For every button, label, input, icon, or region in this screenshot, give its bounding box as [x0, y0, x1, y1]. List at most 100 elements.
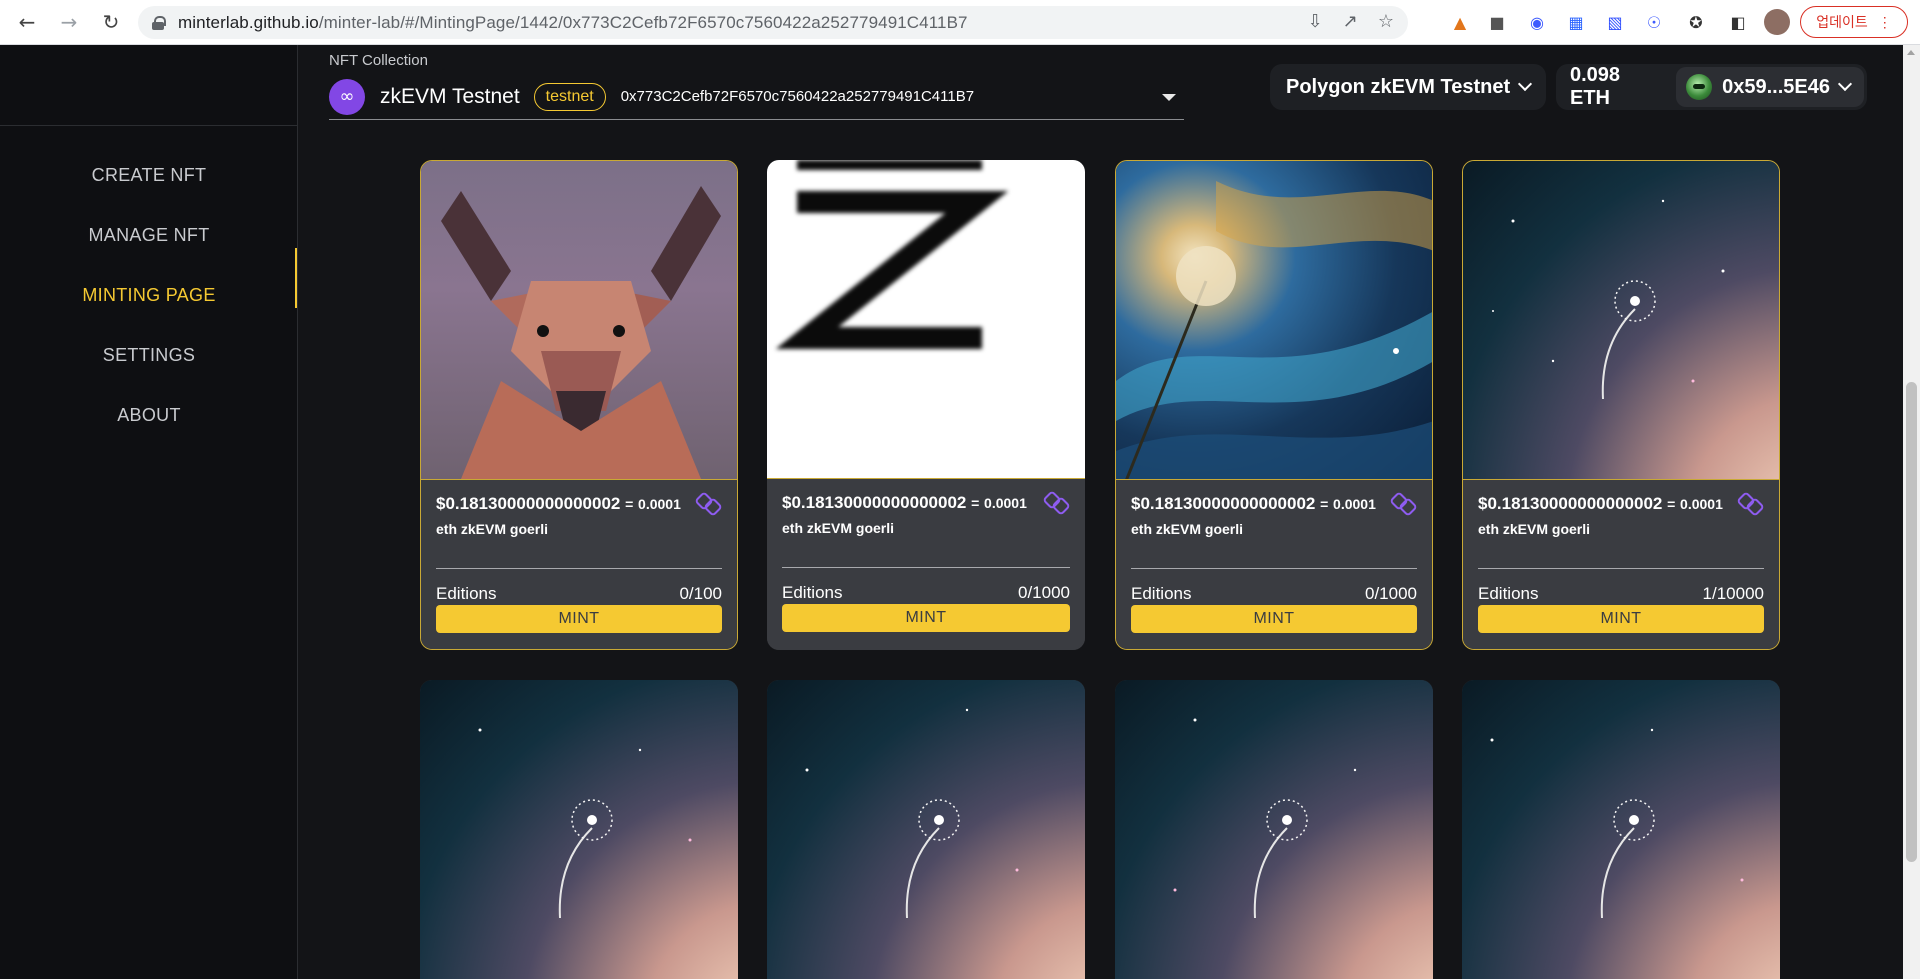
- bookmark-star-icon[interactable]: ☆: [1378, 11, 1394, 32]
- sidebar-item-label: MINTING PAGE: [82, 284, 216, 305]
- network-name: Polygon zkEVM Testnet: [1286, 75, 1511, 98]
- polygon-icon: ∞: [329, 78, 365, 115]
- chevron-down-icon: [1518, 76, 1533, 92]
- sidebar-item-about[interactable]: ABOUT: [0, 395, 298, 435]
- price-line: $0.18130000000000002 = 0.0001: [1478, 494, 1764, 514]
- scrollbar[interactable]: [1903, 45, 1920, 979]
- nft-image[interactable]: [1116, 161, 1432, 482]
- side-panel-icon[interactable]: ◧: [1725, 9, 1751, 35]
- browser-toolbar: ← → ↻ minterlab.github.io/minter-lab/#/M…: [0, 0, 1920, 45]
- card-info: $0.18130000000000002 = 0.0001 eth zkEVM …: [1463, 479, 1779, 649]
- nft-card: $0.18130000000000002 = 0.0001 eth zkEVM …: [767, 160, 1085, 650]
- back-icon[interactable]: ←: [12, 7, 42, 37]
- card-info: $0.18130000000000002 = 0.0001 eth zkEVM …: [767, 478, 1085, 650]
- nft-image[interactable]: [1115, 680, 1433, 979]
- price-line: $0.18130000000000002 = 0.0001: [1131, 494, 1417, 514]
- sidebar: CREATE NFT MANAGE NFT MINTING PAGE SETTI…: [0, 45, 298, 979]
- sidebar-item-create-nft[interactable]: CREATE NFT: [0, 155, 298, 195]
- editions-count: 0/1000: [1018, 583, 1070, 602]
- nft-image[interactable]: [767, 680, 1085, 979]
- forward-icon[interactable]: →: [54, 7, 84, 37]
- usd-price: $0.18130000000000002: [1478, 494, 1663, 513]
- url-text[interactable]: minterlab.github.io/minter-lab/#/Minting…: [178, 13, 968, 33]
- scrollbar-thumb[interactable]: [1906, 382, 1917, 862]
- lock-icon[interactable]: [152, 15, 166, 30]
- editions-row: Editions 0/1000: [782, 583, 1070, 603]
- profile-avatar-icon[interactable]: [1764, 9, 1790, 35]
- editions-row: Editions 1/10000: [1478, 584, 1764, 604]
- editions-count: 0/100: [679, 584, 722, 603]
- sidebar-item-settings[interactable]: SETTINGS: [0, 335, 298, 375]
- editions-row: Editions 0/1000: [1131, 584, 1417, 604]
- editions-label: Editions: [436, 584, 497, 603]
- price-line: $0.18130000000000002 = 0.0001: [782, 493, 1070, 513]
- collection-name: zkEVM Testnet: [380, 84, 520, 108]
- polygon-icon: [694, 491, 723, 517]
- network-selector[interactable]: Polygon zkEVM Testnet: [1270, 64, 1547, 110]
- token-amount: 0.0001: [984, 495, 1027, 511]
- extension-icon[interactable]: ■: [1484, 9, 1510, 35]
- mint-button[interactable]: MINT: [1478, 605, 1764, 633]
- extension-icon[interactable]: ▦: [1563, 9, 1589, 35]
- account-button[interactable]: 0x59...5E46: [1676, 67, 1864, 107]
- collection-label: NFT Collection: [329, 52, 428, 69]
- polygon-icon: [1389, 491, 1418, 517]
- extensions-puzzle-icon[interactable]: ✪: [1683, 9, 1709, 35]
- extension-icon[interactable]: ▧: [1602, 9, 1628, 35]
- extension-icon[interactable]: ☉: [1641, 9, 1667, 35]
- usd-price: $0.18130000000000002: [1131, 494, 1316, 513]
- wallet-widget: 0.098 ETH 0x59...5E46: [1556, 64, 1867, 110]
- sidebar-item-minting-page[interactable]: MINTING PAGE: [0, 275, 298, 315]
- sidebar-item-label: SETTINGS: [102, 344, 196, 365]
- usd-price: $0.18130000000000002: [436, 494, 621, 513]
- price-line: $0.18130000000000002 = 0.0001: [436, 494, 722, 514]
- account-avatar-icon: [1686, 74, 1713, 100]
- scroll-up-arrow-icon[interactable]: [1907, 50, 1915, 55]
- nft-card: $0.18130000000000002 = 0.0001 eth zkEVM …: [420, 160, 738, 650]
- sidebar-item-manage-nft[interactable]: MANAGE NFT: [0, 215, 298, 255]
- sidebar-item-label: CREATE NFT: [91, 164, 207, 185]
- nft-card: $0.18130000000000002 = 0.0001 eth zkEVM …: [1462, 160, 1780, 650]
- card-divider: [782, 567, 1070, 568]
- polygon-icon: [1042, 490, 1071, 516]
- extension-icon[interactable]: ◉: [1524, 9, 1550, 35]
- update-button[interactable]: 업데이트 ⋮: [1800, 6, 1908, 38]
- mint-button[interactable]: MINT: [782, 604, 1070, 632]
- card-divider: [436, 568, 722, 569]
- token-amount: 0.0001: [1680, 496, 1723, 512]
- mint-button[interactable]: MINT: [436, 605, 722, 633]
- nft-image[interactable]: [767, 160, 1085, 478]
- nft-image[interactable]: [1463, 161, 1779, 479]
- address-bar[interactable]: minterlab.github.io/minter-lab/#/Minting…: [138, 6, 1408, 39]
- mint-button[interactable]: MINT: [1131, 605, 1417, 633]
- card-info: $0.18130000000000002 = 0.0001 eth zkEVM …: [421, 479, 737, 649]
- install-app-icon[interactable]: ⇩: [1308, 11, 1323, 32]
- active-indicator: [295, 248, 297, 308]
- network-line: eth zkEVM goerli: [436, 521, 549, 537]
- nft-card: [420, 680, 738, 979]
- usd-price: $0.18130000000000002: [782, 493, 967, 512]
- nft-image[interactable]: [1462, 680, 1780, 979]
- sidebar-item-label: MANAGE NFT: [88, 224, 210, 245]
- dropdown-caret-icon[interactable]: [1162, 94, 1176, 101]
- update-label: 업데이트: [1816, 14, 1868, 30]
- equals-sign: =: [971, 495, 980, 511]
- nft-card: [1462, 680, 1780, 979]
- more-menu-icon: ⋮: [1877, 13, 1892, 30]
- token-amount: 0.0001: [1333, 496, 1376, 512]
- equals-sign: =: [1667, 496, 1676, 512]
- nft-image[interactable]: [421, 161, 737, 479]
- wallet-balance: 0.098 ETH: [1570, 64, 1621, 109]
- editions-count: 1/10000: [1702, 584, 1764, 603]
- editions-label: Editions: [1478, 584, 1539, 603]
- nft-image[interactable]: [420, 680, 738, 979]
- metamask-extension-icon[interactable]: ▲: [1447, 9, 1473, 35]
- reload-icon[interactable]: ↻: [96, 7, 126, 37]
- collection-select[interactable]: ∞ zkEVM Testnet testnet 0x773C2Cefb72F65…: [329, 74, 1184, 120]
- sidebar-item-label: ABOUT: [117, 404, 181, 425]
- network-line: eth zkEVM goerli: [782, 520, 895, 536]
- share-icon[interactable]: ↗: [1343, 11, 1358, 32]
- editions-label: Editions: [782, 583, 843, 602]
- equals-sign: =: [1320, 496, 1329, 512]
- network-line: eth zkEVM goerli: [1131, 521, 1244, 537]
